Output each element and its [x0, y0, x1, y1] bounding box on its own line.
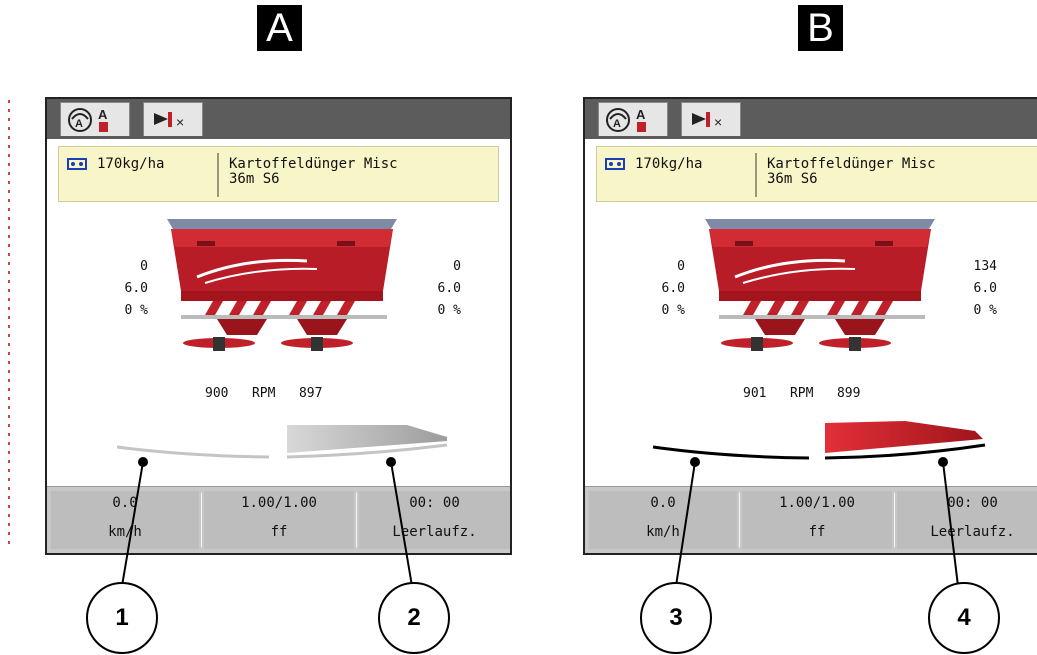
callout-2: 2 — [378, 582, 450, 654]
callout-4: 4 — [928, 582, 1000, 654]
callout-leaders — [121, 457, 959, 587]
callout-1: 1 — [86, 582, 158, 654]
callout-3: 3 — [640, 582, 712, 654]
